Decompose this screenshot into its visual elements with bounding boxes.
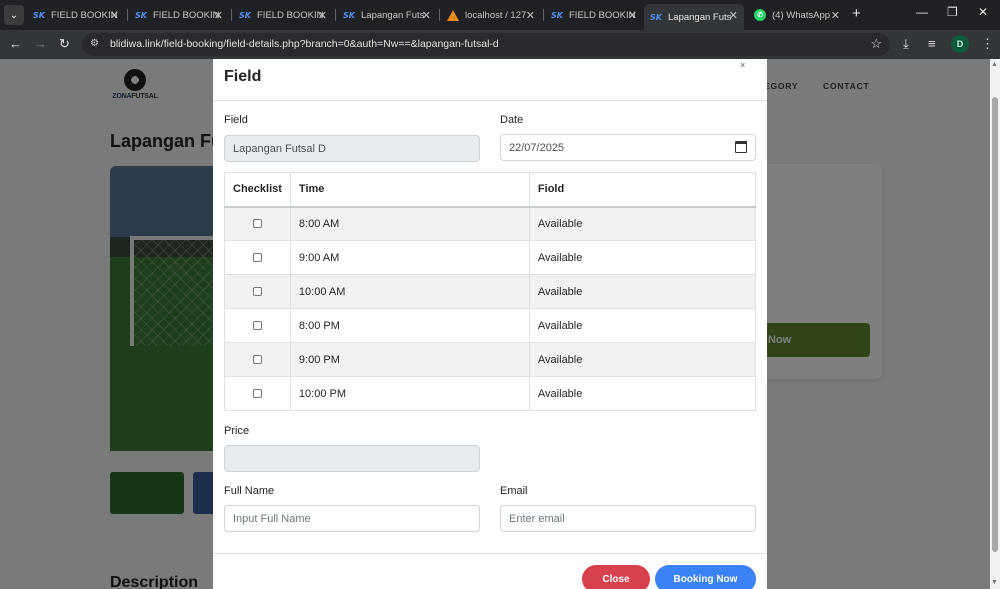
minimize-icon[interactable]: — bbox=[916, 5, 928, 19]
email-input[interactable] bbox=[500, 505, 756, 532]
field-label: Field bbox=[224, 114, 248, 126]
address-bar[interactable]: ⚙ blidiwa.link/field-booking/field-detai… bbox=[82, 33, 890, 56]
site-info-icon[interactable]: ⚙ bbox=[90, 38, 99, 49]
slot-checkbox[interactable] bbox=[252, 219, 262, 229]
date-value: 22/07/2025 bbox=[509, 141, 565, 154]
tab-close-icon[interactable]: ✕ bbox=[422, 9, 431, 22]
phpmyadmin-icon bbox=[447, 9, 459, 21]
table-header-row: Checklist Time Fiold bbox=[224, 172, 757, 208]
browser-tab[interactable]: localhost / 127 ✕ bbox=[441, 4, 541, 26]
modal-title: Field bbox=[224, 68, 262, 85]
column-header-checklist: Checklist bbox=[224, 172, 291, 208]
scroll-down-icon[interactable]: ▼ bbox=[991, 579, 998, 586]
back-icon[interactable]: ← bbox=[9, 36, 22, 51]
scrollbar-thumb[interactable] bbox=[992, 97, 998, 552]
table-row: 9:00 PM Available bbox=[224, 342, 757, 377]
column-header-time: Time bbox=[289, 172, 530, 208]
modal-footer-divider bbox=[213, 553, 767, 554]
tab-close-icon[interactable]: ✕ bbox=[628, 9, 637, 22]
browser-tab-active[interactable]: SK Lapangan Futs ✕ bbox=[644, 4, 744, 30]
tab-separator bbox=[231, 9, 232, 21]
table-row: 8:00 AM Available bbox=[224, 206, 757, 241]
restore-icon[interactable]: ❐ bbox=[947, 5, 958, 19]
modal-header-divider bbox=[213, 100, 767, 101]
table-row: 9:00 AM Available bbox=[224, 240, 757, 275]
sk-icon: SK bbox=[33, 10, 45, 20]
menu-kebab-icon[interactable]: ⋮ bbox=[981, 36, 994, 52]
tab-separator bbox=[439, 9, 440, 21]
sk-icon: SK bbox=[343, 10, 355, 20]
fullname-input[interactable] bbox=[224, 505, 480, 532]
browser-tab-bar: ⌄ SK FIELD BOOKIN ✕ SK FIELD BOOKIN ✕ SK… bbox=[0, 0, 1000, 30]
slot-status: Available bbox=[528, 206, 757, 241]
slot-time: 9:00 PM bbox=[289, 342, 530, 377]
tab-close-icon[interactable]: ✕ bbox=[110, 9, 119, 22]
tab-separator bbox=[127, 9, 128, 21]
whatsapp-icon: ✆ bbox=[754, 9, 766, 21]
sk-icon: SK bbox=[650, 12, 662, 22]
bookmark-star-icon[interactable]: ☆ bbox=[870, 36, 882, 52]
tab-close-icon[interactable]: ✕ bbox=[831, 9, 840, 22]
browser-tab[interactable]: ✆ (4) WhatsApp ✕ bbox=[748, 4, 846, 26]
field-input[interactable] bbox=[224, 135, 480, 162]
tab-close-icon[interactable]: ✕ bbox=[729, 9, 738, 22]
slot-checkbox[interactable] bbox=[252, 287, 262, 297]
price-label: Price bbox=[224, 425, 250, 437]
booking-modal: Field × Field Date 22/07/2025 Checklist … bbox=[213, 59, 767, 589]
page-scrollbar[interactable]: ▲ ▼ bbox=[990, 59, 1000, 589]
slot-checkbox[interactable] bbox=[252, 253, 262, 263]
column-header-field: Fiold bbox=[528, 172, 757, 208]
date-label: Date bbox=[500, 114, 524, 126]
close-button[interactable]: Close bbox=[582, 565, 650, 589]
sk-icon: SK bbox=[135, 10, 147, 20]
modal-close-icon[interactable]: × bbox=[740, 60, 745, 70]
media-control-icon[interactable]: ≡ bbox=[928, 36, 936, 51]
sk-icon: SK bbox=[551, 10, 563, 20]
tab-separator bbox=[543, 9, 544, 21]
price-input[interactable] bbox=[224, 445, 480, 472]
slot-status: Available bbox=[528, 376, 757, 411]
date-input[interactable]: 22/07/2025 bbox=[500, 134, 756, 161]
browser-toolbar: ← → ↻ ⚙ blidiwa.link/field-booking/field… bbox=[0, 30, 1000, 59]
table-row: 10:00 AM Available bbox=[224, 274, 757, 309]
slot-status: Available bbox=[528, 308, 757, 343]
fullname-label: Full Name bbox=[224, 485, 275, 497]
sk-icon: SK bbox=[239, 10, 251, 20]
forward-icon[interactable]: → bbox=[34, 36, 47, 51]
tab-close-icon[interactable]: ✕ bbox=[526, 9, 535, 22]
browser-tab[interactable]: SK FIELD BOOKIN ✕ bbox=[233, 4, 333, 26]
slot-status: Available bbox=[528, 274, 757, 309]
time-slot-table: Checklist Time Fiold 8:00 AM Available 9… bbox=[224, 172, 757, 411]
browser-tab[interactable]: SK FIELD BOOKIN ✕ bbox=[27, 4, 125, 26]
tab-close-icon[interactable]: ✕ bbox=[318, 9, 327, 22]
table-row: 10:00 PM Available bbox=[224, 376, 757, 411]
slot-time: 10:00 AM bbox=[289, 274, 530, 309]
window-close-icon[interactable]: ✕ bbox=[978, 5, 988, 19]
slot-time: 8:00 AM bbox=[289, 206, 530, 241]
slot-checkbox[interactable] bbox=[252, 389, 262, 399]
browser-tab[interactable]: SK FIELD BOOKIN ✕ bbox=[129, 4, 229, 26]
browser-tab[interactable]: SK Lapangan Futs ✕ bbox=[337, 4, 437, 26]
tab-search-icon[interactable]: ⌄ bbox=[4, 5, 24, 25]
url-text: blidiwa.link/field-booking/field-details… bbox=[110, 38, 499, 50]
tab-close-icon[interactable]: ✕ bbox=[214, 9, 223, 22]
table-row: 8:00 PM Available bbox=[224, 308, 757, 343]
profile-avatar[interactable]: D bbox=[951, 35, 969, 53]
slot-time: 8:00 PM bbox=[289, 308, 530, 343]
scroll-up-icon[interactable]: ▲ bbox=[991, 61, 998, 68]
slot-checkbox[interactable] bbox=[252, 321, 262, 331]
slot-time: 10:00 PM bbox=[289, 376, 530, 411]
slot-status: Available bbox=[528, 240, 757, 275]
slot-status: Available bbox=[528, 342, 757, 377]
slot-time: 9:00 AM bbox=[289, 240, 530, 275]
browser-tab[interactable]: SK FIELD BOOKIN ✕ bbox=[545, 4, 643, 26]
booking-now-button[interactable]: Booking Now bbox=[655, 565, 756, 589]
download-icon[interactable]: ⤓ bbox=[903, 36, 909, 52]
slot-checkbox[interactable] bbox=[252, 355, 262, 365]
new-tab-icon[interactable]: + bbox=[852, 6, 861, 22]
tab-separator bbox=[335, 9, 336, 21]
calendar-icon[interactable] bbox=[735, 141, 747, 153]
reload-icon[interactable]: ↻ bbox=[59, 36, 70, 52]
email-label: Email bbox=[500, 485, 528, 497]
